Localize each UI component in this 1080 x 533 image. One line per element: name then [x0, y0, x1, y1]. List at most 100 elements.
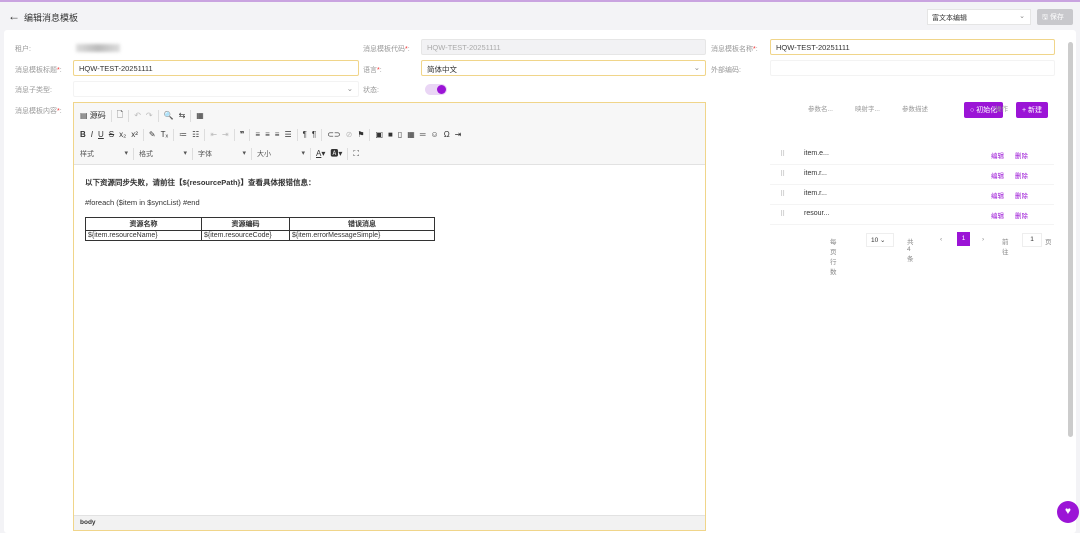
goto-label: 前往: [1002, 239, 1009, 256]
justify-icon[interactable]: ☰: [284, 130, 291, 139]
image-icon[interactable]: ▣: [375, 130, 383, 139]
italic-icon[interactable]: I: [91, 130, 93, 139]
save-button[interactable]: 🖫 保存: [1037, 9, 1073, 25]
subtype-select[interactable]: ⌄: [73, 81, 359, 97]
copy-format-icon[interactable]: ✎: [149, 130, 156, 139]
edit-link[interactable]: 编辑: [991, 210, 1004, 220]
select-all-icon[interactable]: ▦: [196, 111, 204, 120]
flash-icon[interactable]: ■: [388, 130, 393, 139]
underline-icon[interactable]: U: [98, 130, 104, 139]
delete-link[interactable]: 删除: [1015, 190, 1028, 200]
align-center-icon[interactable]: ≡: [265, 130, 270, 139]
bg-color-icon[interactable]: 🅰▾: [330, 148, 342, 159]
editor-mode-value: 富文本编辑: [932, 15, 967, 22]
editor-mode-select[interactable]: 富文本编辑 ⌄: [927, 9, 1031, 25]
link-icon[interactable]: ⊂⊃: [327, 130, 340, 139]
editor-content[interactable]: 以下资源同步失败，请前往【${resourcePath}】查看具体报错信息： #…: [74, 165, 705, 253]
drag-handle-icon[interactable]: ⠿: [780, 170, 785, 178]
delete-link[interactable]: 删除: [1015, 170, 1028, 180]
col-header: 操作: [995, 106, 1008, 113]
drag-handle-icon[interactable]: ⠿: [780, 190, 785, 198]
tenant-label: 租户:: [15, 46, 31, 53]
title-input[interactable]: HQW-TEST-20251111: [73, 60, 359, 76]
bullet-list-icon[interactable]: ☷: [192, 130, 199, 139]
find-icon[interactable]: 🔍: [164, 111, 174, 120]
font-dropdown[interactable]: 字体 ▾: [198, 149, 246, 159]
subscript-icon[interactable]: x₂: [119, 130, 126, 139]
code-value: HQW-TEST-20251111: [427, 43, 501, 52]
chevron-down-icon: ⌄: [1019, 13, 1025, 20]
save-icon: 🖫: [1042, 14, 1048, 21]
rtl-icon[interactable]: ¶: [312, 130, 316, 139]
new-label: 新建: [1028, 107, 1043, 114]
edit-link[interactable]: 编辑: [991, 190, 1004, 200]
replace-icon[interactable]: ⇆: [179, 111, 186, 120]
maximize-icon[interactable]: ⛶: [353, 149, 359, 159]
content-label-text: 消息模板内容: [15, 108, 57, 115]
code-input[interactable]: HQW-TEST-20251111: [421, 39, 706, 55]
outdent-icon[interactable]: ⇤: [210, 130, 217, 139]
scrollbar[interactable]: [1068, 42, 1073, 437]
unlink-icon[interactable]: ⊘: [346, 130, 353, 139]
lang-select[interactable]: 简体中文 ⌄: [421, 60, 706, 76]
remove-format-icon[interactable]: Tₓ: [161, 130, 169, 139]
title-label-text: 消息模板标题: [15, 67, 57, 74]
new-button[interactable]: + 新建: [1016, 102, 1049, 118]
omega-icon[interactable]: Ω: [444, 130, 450, 139]
name-label-text: 消息模板名称: [711, 46, 753, 53]
ltr-icon[interactable]: ¶: [303, 130, 307, 139]
delete-link[interactable]: 删除: [1015, 210, 1028, 220]
hr-icon[interactable]: ═: [420, 130, 426, 139]
undo-icon[interactable]: ↶: [134, 111, 141, 120]
table-cell: ${item.resourceName}: [85, 230, 202, 241]
blockquote-icon[interactable]: ❞: [240, 130, 245, 139]
delete-link[interactable]: 删除: [1015, 150, 1028, 160]
param-name: item.r...: [804, 190, 827, 197]
edit-link[interactable]: 编辑: [991, 170, 1004, 180]
preview-icon[interactable]: 🗋: [117, 109, 123, 123]
ext-label: 外部编码:: [711, 67, 741, 74]
superscript-icon[interactable]: x²: [131, 130, 138, 139]
numbered-list-icon[interactable]: ≔: [179, 130, 187, 139]
lang-value: 简体中文: [427, 65, 457, 74]
indent-icon[interactable]: ⇥: [222, 130, 229, 139]
ext-input[interactable]: [770, 60, 1055, 76]
name-input[interactable]: HQW-TEST-20251111: [770, 39, 1055, 55]
chevron-down-icon: ⌄: [346, 84, 353, 93]
param-name: resour...: [804, 210, 830, 217]
goto-input[interactable]: 1: [1022, 233, 1042, 247]
path-body[interactable]: body: [80, 519, 96, 526]
current-page[interactable]: 1: [957, 232, 970, 246]
edit-link[interactable]: 编辑: [991, 150, 1004, 160]
smiley-icon[interactable]: ☺: [431, 130, 439, 139]
iframe-icon[interactable]: ▯: [398, 130, 402, 139]
text-color-icon[interactable]: A▾: [316, 149, 325, 158]
bold-icon[interactable]: B: [80, 130, 86, 139]
pagebreak-icon[interactable]: ⇥: [455, 130, 462, 139]
source-button[interactable]: ▤ 源码: [80, 110, 106, 121]
rich-text-editor[interactable]: ▤ 源码 🗋 ↶ ↷ 🔍 ⇆ ▦ BIUS x₂ x² ✎ Tₓ ≔ ☷ ⇤ ⇥ ❞ ≡ ≡ ≡…: [73, 102, 706, 531]
table-icon[interactable]: ▦: [407, 130, 415, 139]
source-label: 源码: [89, 111, 106, 120]
font-label: 字体: [198, 150, 212, 158]
status-toggle[interactable]: [425, 84, 447, 95]
anchor-icon[interactable]: ⚑: [357, 130, 364, 139]
drag-handle-icon[interactable]: ⠿: [780, 210, 785, 218]
style-dropdown[interactable]: 样式 ▾: [80, 149, 128, 159]
back-arrow-icon[interactable]: ←: [8, 9, 20, 23]
drag-handle-icon[interactable]: ⠿: [780, 150, 785, 158]
align-left-icon[interactable]: ≡: [255, 130, 260, 139]
redo-icon[interactable]: ↷: [146, 111, 153, 120]
strike-icon[interactable]: S: [109, 130, 114, 139]
content-line-2: #foreach ($item in $syncList) #end: [85, 198, 200, 207]
editor-toolbar: ▤ 源码 🗋 ↶ ↷ 🔍 ⇆ ▦ BIUS x₂ x² ✎ Tₓ ≔ ☷ ⇤ ⇥ ❞ ≡ ≡ ≡…: [74, 103, 705, 165]
page-size-select[interactable]: 10 ⌄: [866, 233, 894, 247]
format-dropdown[interactable]: 格式 ▾: [139, 149, 187, 159]
next-page-icon[interactable]: ›: [982, 236, 984, 243]
size-dropdown[interactable]: 大小 ▾: [257, 149, 305, 159]
assistant-fab-icon[interactable]: ♥: [1057, 501, 1079, 523]
page-unit: 页: [1045, 239, 1052, 246]
align-right-icon[interactable]: ≡: [275, 130, 280, 139]
prev-page-icon[interactable]: ‹: [940, 236, 942, 243]
content-line-1: 以下资源同步失败，请前往【${resourcePath}】查看具体报错信息：: [85, 178, 316, 187]
